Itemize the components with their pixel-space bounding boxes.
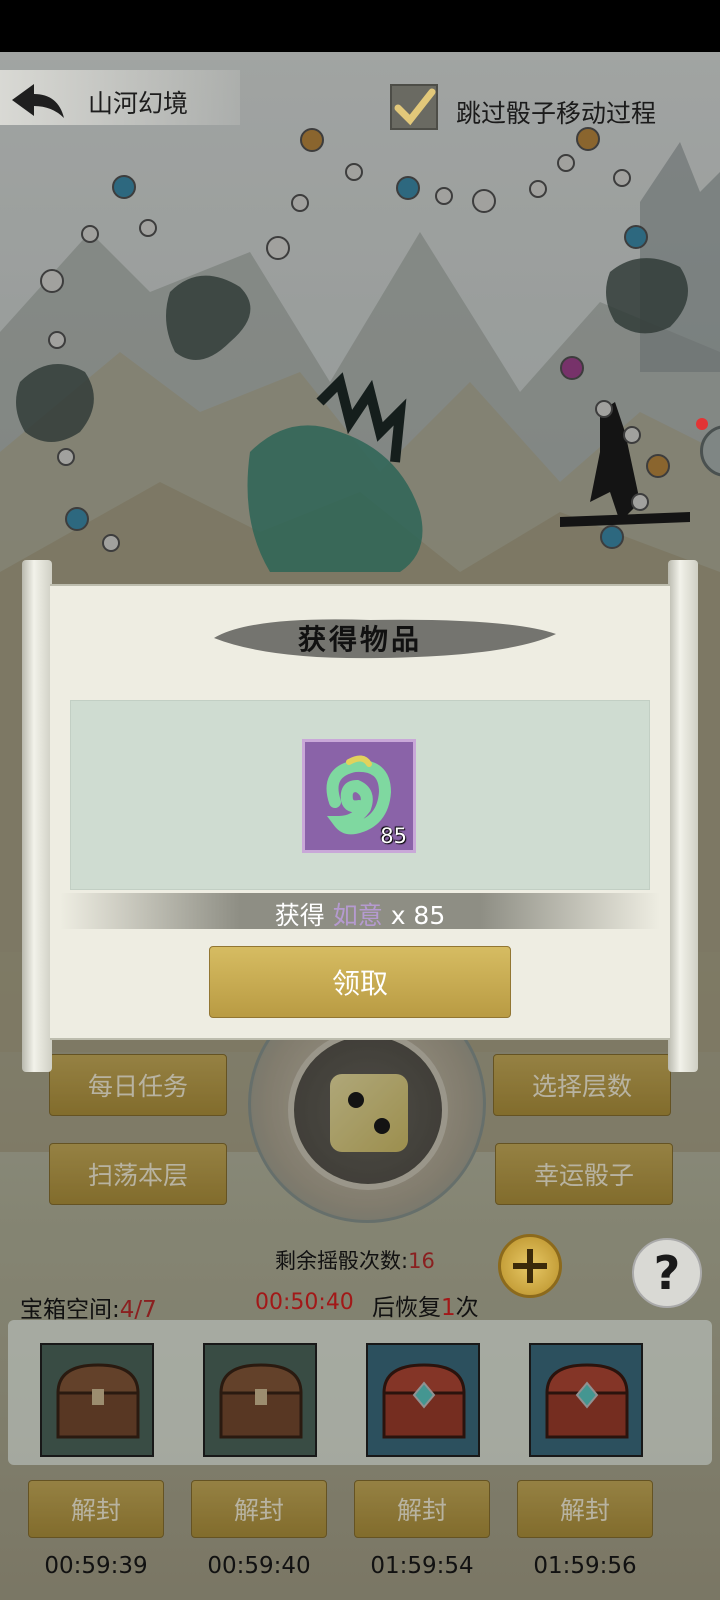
gain-quantity: x 85 — [390, 901, 446, 930]
notification-dot — [696, 418, 708, 430]
lucky-dice-button[interactable]: 幸运骰子 — [495, 1143, 673, 1205]
sweep-floor-button[interactable]: 扫荡本层 — [49, 1143, 227, 1205]
claim-button[interactable]: 领取 — [209, 946, 511, 1018]
question-mark-icon: ? — [653, 1246, 681, 1300]
chest-space: 宝箱空间:4/7 — [20, 1290, 157, 1324]
chest-timer: 00:59:39 — [44, 1553, 148, 1579]
gain-text: 获得 如意 x 85 — [0, 896, 720, 932]
unseal-button[interactable]: 解封 — [191, 1480, 327, 1538]
remaining-rolls-value: 16 — [408, 1249, 435, 1273]
chest-timer: 01:59:54 — [370, 1553, 474, 1579]
skip-animation-label: 跳过骰子移动过程 — [456, 99, 657, 128]
skip-animation-checkbox[interactable] — [390, 84, 438, 130]
chest-slot[interactable] — [529, 1343, 643, 1457]
dialog-title: 获得物品 — [297, 623, 422, 656]
gain-item-name: 如意 — [332, 901, 383, 930]
chest-slot[interactable] — [40, 1343, 154, 1457]
dice-pip — [348, 1092, 364, 1108]
unseal-button[interactable]: 解封 — [354, 1480, 490, 1538]
checkmark-icon — [394, 88, 436, 126]
unseal-button[interactable]: 解封 — [28, 1480, 164, 1538]
wooden-chest-icon — [56, 1363, 140, 1439]
remaining-rolls: 剩余摇骰次数:16 — [275, 1245, 435, 1275]
red-gem-chest-icon — [382, 1363, 466, 1439]
unseal-button[interactable]: 解封 — [517, 1480, 653, 1538]
item-count: 85 — [380, 824, 407, 848]
dice-pip — [374, 1118, 390, 1134]
add-rolls-button[interactable] — [498, 1234, 562, 1298]
back-arrow-icon[interactable] — [8, 78, 68, 124]
recover-info: 后恢复1次 — [372, 1288, 479, 1322]
recover-suffix: 次 — [455, 1295, 479, 1321]
remaining-rolls-label: 剩余摇骰次数: — [275, 1249, 409, 1273]
recover-count: 1 — [441, 1295, 456, 1321]
chest-slot[interactable] — [366, 1343, 480, 1457]
plus-icon — [513, 1249, 547, 1283]
help-button[interactable]: ? — [632, 1238, 702, 1308]
gain-prefix: 获得 — [274, 901, 325, 930]
red-gem-chest-icon — [545, 1363, 629, 1439]
chest-timer: 00:59:40 — [207, 1553, 311, 1579]
daily-tasks-button[interactable]: 每日任务 — [49, 1054, 227, 1116]
wooden-chest-icon — [219, 1363, 303, 1439]
page-title: 山河幻境 — [88, 89, 189, 118]
recover-timer: 00:50:40 — [255, 1290, 354, 1315]
reward-item-slot[interactable]: 85 — [302, 739, 416, 853]
status-bar — [0, 0, 720, 52]
recover-prefix: 后恢复 — [372, 1295, 441, 1321]
roll-dice-button[interactable] — [330, 1074, 408, 1152]
chest-slot[interactable] — [203, 1343, 317, 1457]
select-floor-button[interactable]: 选择层数 — [493, 1054, 671, 1116]
chest-timer: 01:59:56 — [533, 1553, 637, 1579]
